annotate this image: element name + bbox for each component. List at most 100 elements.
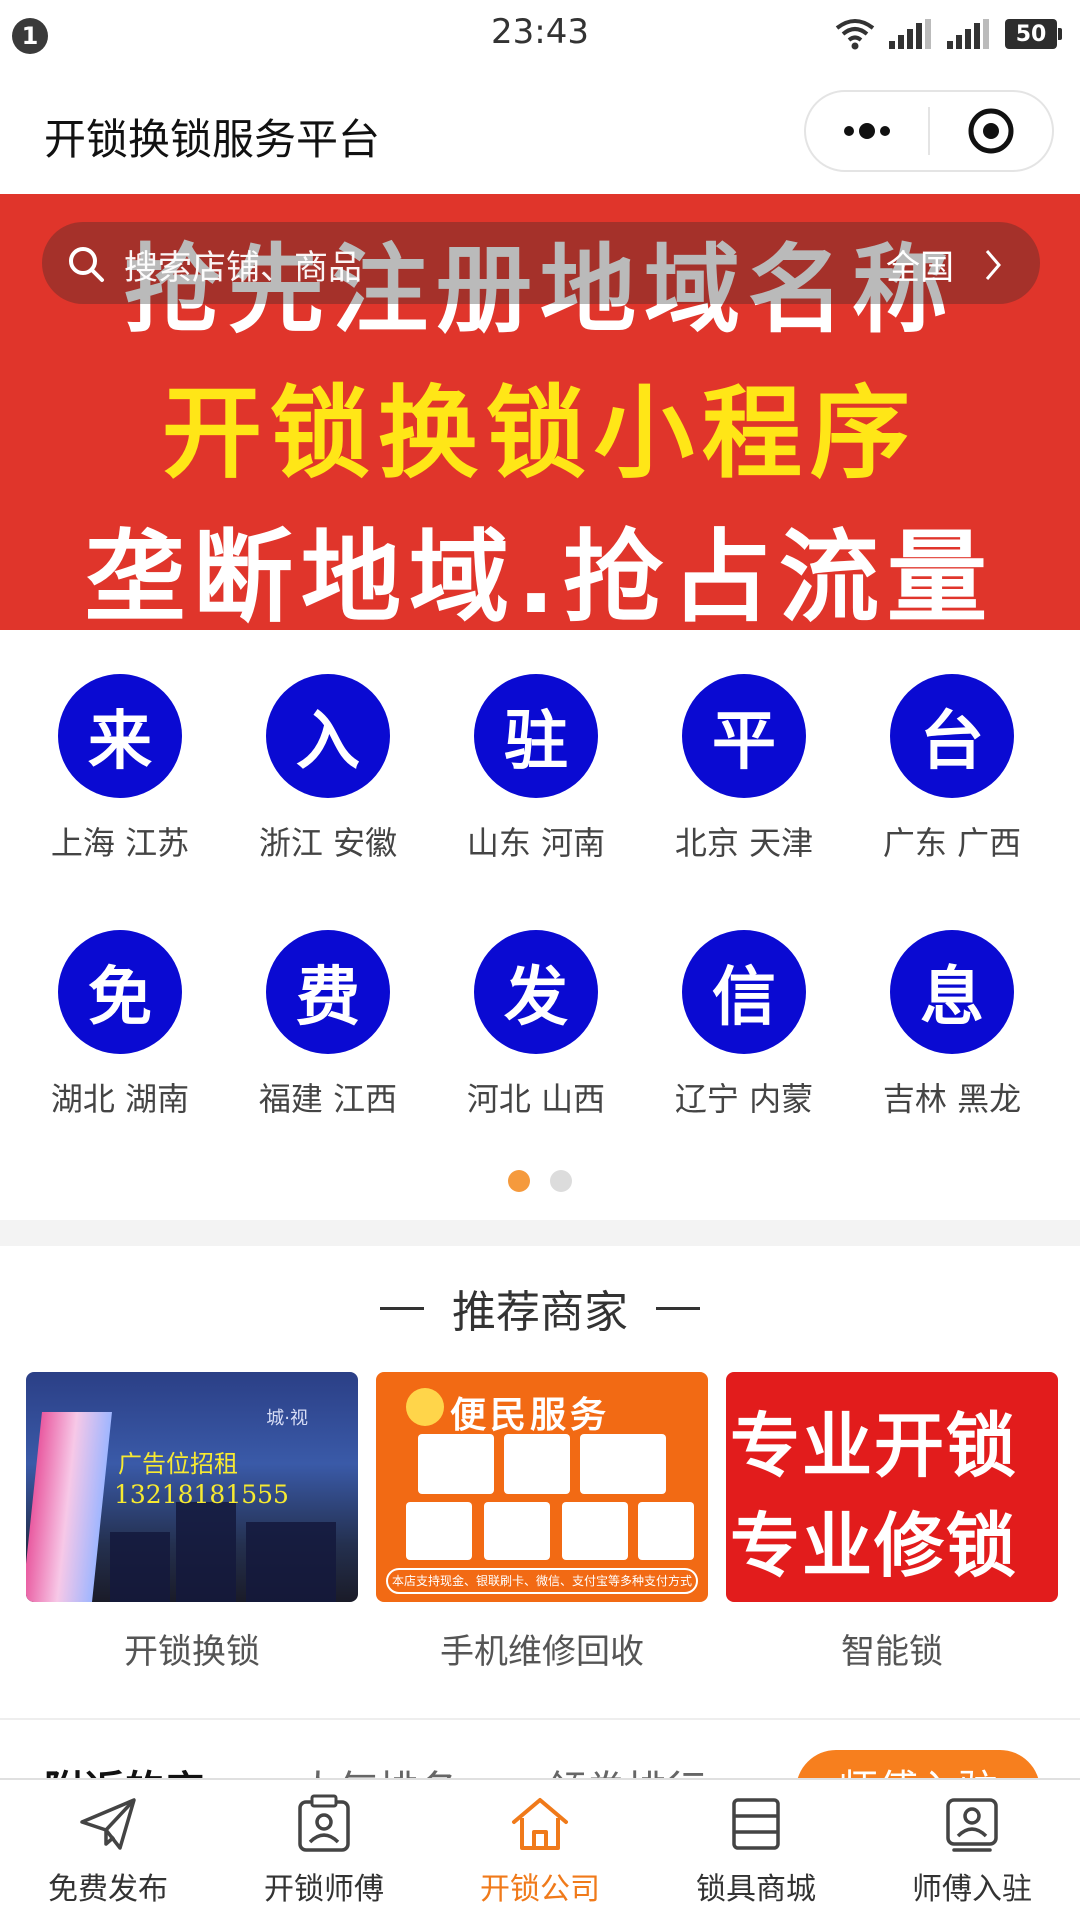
section-header: 推荐商家 <box>0 1276 1080 1340</box>
tab-coupons[interactable]: 领券排行 <box>546 1758 706 1778</box>
merchant-ad-text: 广告位招租 <box>118 1450 238 1478</box>
grid-item[interactable]: 平 北京 天津 <box>636 674 852 864</box>
grid-item[interactable]: 信 辽宁 内蒙 <box>636 930 852 1120</box>
grid-item[interactable]: 台 广东 广西 <box>844 674 1060 864</box>
search-input[interactable]: 搜索店铺、商品 <box>124 240 362 289</box>
page-dot-active[interactable] <box>508 1170 530 1192</box>
search-icon <box>69 247 104 282</box>
grid-label: 山东 河南 <box>466 824 606 862</box>
profile-card-icon <box>946 1798 998 1852</box>
grid-item[interactable]: 来 上海 江苏 <box>12 674 228 864</box>
target-icon <box>968 108 1014 154</box>
tab-popular[interactable]: 人气排名 <box>298 1758 458 1778</box>
grid-label: 浙江 安徽 <box>258 824 398 862</box>
more-button[interactable] <box>806 92 928 170</box>
merchant-image: 专业开锁 专业修锁 <box>726 1372 1058 1602</box>
nav-label: 开锁师傅 <box>264 1872 384 1907</box>
banner-line-3: 垄断地域.抢占流量 <box>85 519 995 630</box>
merchant-name: 开锁换锁 <box>124 1632 260 1672</box>
grid-glyph: 息 <box>890 930 1014 1054</box>
grid-item[interactable]: 息 吉林 黑龙 <box>844 930 1060 1120</box>
shop-tabs: 附近的店 人气排名 领券排行 师傅入驻 <box>0 1718 1080 1778</box>
alipay-icon <box>638 1502 694 1560</box>
unionpay-icon <box>418 1434 494 1494</box>
merchant-card[interactable]: 城·视 广告位招租 13218181555 开锁换锁 <box>26 1372 358 1673</box>
status-icons: 50 <box>835 16 1062 52</box>
nav-label: 免费发布 <box>48 1872 168 1907</box>
grid-item[interactable]: 费 福建 江西 <box>220 930 436 1120</box>
grid-label: 广东 广西 <box>882 824 1022 862</box>
title-bar: 开锁换锁服务平台 <box>0 66 1080 194</box>
merchant-image: 城·视 广告位招租 13218181555 <box>26 1372 358 1602</box>
chevron-right-icon <box>985 249 1001 280</box>
sun-icon <box>406 1388 444 1426</box>
grid-glyph: 费 <box>266 930 390 1054</box>
join-button[interactable]: 师傅入驻 <box>796 1750 1040 1778</box>
section-divider <box>0 1220 1080 1246</box>
nav-item-locksmith[interactable]: 开锁师傅 <box>216 1792 432 1908</box>
grid-glyph: 平 <box>682 674 806 798</box>
merchant-card[interactable]: 专业开锁 专业修锁 智能锁 <box>726 1372 1058 1673</box>
more-dots-icon <box>844 123 890 139</box>
grid-glyph: 发 <box>474 930 598 1054</box>
store-icon <box>732 1798 780 1850</box>
tab-nearby[interactable]: 附近的店 <box>44 1758 204 1778</box>
phone-topup-icon <box>406 1502 472 1560</box>
merchant-watermark: 城·视 <box>266 1408 308 1429</box>
grid-item[interactable]: 发 河北 山西 <box>428 930 644 1120</box>
grid-glyph: 台 <box>890 674 1014 798</box>
wifi-icon <box>835 19 875 50</box>
section-title: 推荐商家 <box>452 1287 628 1338</box>
status-bar: 1 23:43 50 <box>0 0 1080 66</box>
grid-label: 辽宁 内蒙 <box>674 1080 814 1118</box>
merchant-ad-phone: 13218181555 <box>114 1480 289 1509</box>
nav-label: 师傅入驻 <box>912 1872 1032 1907</box>
nav-item-free-post[interactable]: 免费发布 <box>0 1792 216 1908</box>
mini-program-capsule <box>804 90 1054 172</box>
banner-line-2: 开锁换锁小程序 <box>162 375 918 492</box>
merchant-name: 智能锁 <box>841 1632 943 1672</box>
merchant-image: 便民服务 本店支持现金、银联刷卡、微信、支付宝等多种支付方式 <box>376 1372 708 1602</box>
nav-item-store[interactable]: 锁具商城 <box>648 1792 864 1908</box>
grid-glyph: 入 <box>266 674 390 798</box>
page-indicator <box>0 1170 1080 1192</box>
grid-glyph: 信 <box>682 930 806 1054</box>
grid-glyph: 驻 <box>474 674 598 798</box>
region-grid: 来 上海 江苏 入 浙江 安徽 驻 山东 河南 平 北京 天津 台 广东 广西 … <box>0 630 1080 1220</box>
grid-label: 福建 江西 <box>258 1080 398 1118</box>
signal-icon <box>947 19 989 49</box>
grid-item[interactable]: 免 湖北 湖南 <box>12 930 228 1120</box>
grid-label: 河北 山西 <box>466 1080 606 1118</box>
nav-item-join[interactable]: 师傅入驻 <box>864 1792 1080 1908</box>
promo-banner[interactable]: 抢先注册地域名称 开锁换锁小程序 垄断地域.抢占流量 搜索店铺、商品 全国 <box>0 194 1080 630</box>
grid-glyph: 来 <box>58 674 182 798</box>
page-dot[interactable] <box>550 1170 572 1192</box>
paper-plane-icon <box>80 1798 136 1850</box>
home-icon <box>512 1798 568 1850</box>
id-card-icon <box>298 1794 350 1852</box>
merchant-name: 手机维修回收 <box>440 1632 644 1672</box>
bicycle-icon <box>562 1502 628 1560</box>
nav-item-company[interactable]: 开锁公司 <box>432 1792 648 1908</box>
grid-label: 吉林 黑龙 <box>882 1080 1022 1118</box>
grid-item[interactable]: 驻 山东 河南 <box>428 674 644 864</box>
credit-card-icon <box>580 1434 666 1494</box>
merchant-image-line-1: 专业开锁 <box>730 1405 1018 1487</box>
bottom-nav: 免费发布 开锁师傅 开锁公司 锁具商城 师傅入驻 <box>0 1778 1080 1920</box>
battery-level: 50 <box>1005 19 1057 49</box>
merchant-footer: 本店支持现金、银联刷卡、微信、支付宝等多种支付方式 <box>386 1568 698 1594</box>
wechat-pay-icon <box>504 1434 570 1494</box>
grid-label: 湖北 湖南 <box>50 1080 190 1118</box>
region-selector[interactable]: 全国 <box>886 240 1002 289</box>
grid-label: 北京 天津 <box>674 824 814 862</box>
merchant-headline: 便民服务 <box>450 1395 611 1436</box>
nav-label: 开锁公司 <box>480 1872 600 1907</box>
grid-glyph: 免 <box>58 930 182 1054</box>
grid-item[interactable]: 入 浙江 安徽 <box>220 674 436 864</box>
battery-icon: 50 <box>1005 19 1062 49</box>
close-button[interactable] <box>930 92 1052 170</box>
region-label: 全国 <box>886 248 954 288</box>
grid-label: 上海 江苏 <box>50 824 190 862</box>
merchant-card[interactable]: 便民服务 本店支持现金、银联刷卡、微信、支付宝等多种支付方式 手机维修回收 <box>376 1372 708 1673</box>
signal-icon <box>889 19 931 49</box>
